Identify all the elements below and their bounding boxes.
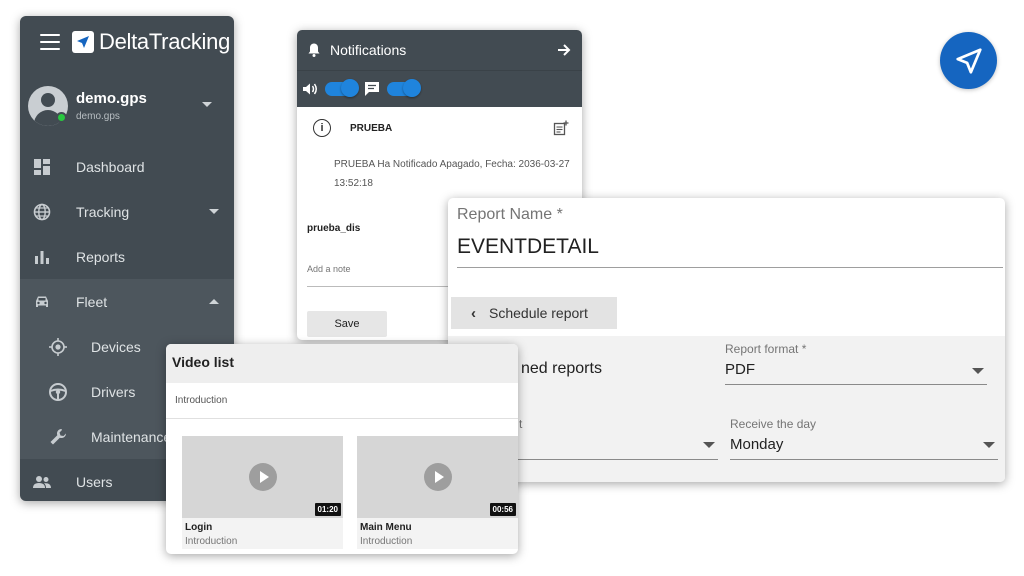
report-format-select[interactable]: PDF bbox=[725, 361, 755, 378]
chevron-down-icon[interactable] bbox=[209, 209, 219, 214]
video-title: Main Menu bbox=[360, 522, 412, 533]
video-category: Introduction bbox=[166, 383, 518, 419]
message-icon bbox=[365, 82, 379, 96]
dropdown-arrow-icon[interactable] bbox=[703, 442, 715, 448]
gps-target-icon bbox=[48, 337, 68, 357]
schedule-settings-area bbox=[448, 336, 1005, 482]
wrench-icon bbox=[48, 427, 68, 447]
sidebar-item-fleet[interactable]: Fleet bbox=[20, 279, 234, 324]
volume-icon bbox=[303, 83, 317, 95]
car-icon bbox=[32, 292, 52, 312]
receive-day-select[interactable]: Monday bbox=[730, 436, 783, 453]
info-icon: i bbox=[313, 119, 331, 137]
sidebar-item-reports[interactable]: Reports bbox=[20, 234, 234, 279]
bell-icon bbox=[308, 43, 320, 57]
brand-row: DeltaTracking bbox=[20, 16, 234, 68]
navigation-button[interactable] bbox=[940, 32, 997, 89]
video-list-title: Video list bbox=[166, 344, 518, 383]
sidebar-item-label: Users bbox=[76, 473, 113, 490]
report-name-field[interactable]: EVENTDETAIL bbox=[457, 235, 599, 259]
sidebar-item-dashboard[interactable]: Dashboard bbox=[20, 144, 234, 189]
steering-wheel-icon bbox=[48, 382, 68, 402]
users-icon bbox=[32, 472, 52, 492]
arrow-right-icon[interactable] bbox=[556, 42, 572, 58]
online-status-dot bbox=[56, 112, 67, 123]
sidebar-item-tracking[interactable]: Tracking bbox=[20, 189, 234, 234]
report-name-label: Report Name * bbox=[457, 206, 563, 223]
navigation-arrow-icon bbox=[955, 47, 982, 74]
add-note-icon[interactable] bbox=[553, 120, 569, 136]
dropdown-arrow-icon[interactable] bbox=[983, 442, 995, 448]
video-card[interactable]: 00:56 Main Menu Introduction bbox=[357, 436, 518, 549]
chevron-left-icon: ‹ bbox=[471, 304, 476, 322]
report-format-label: Report format * bbox=[725, 342, 807, 356]
notifications-title: Notifications bbox=[330, 42, 407, 58]
save-button[interactable]: Save bbox=[307, 311, 387, 337]
dashboard-icon bbox=[32, 157, 52, 177]
sidebar-item-label: Reports bbox=[76, 248, 126, 265]
notification-entry[interactable]: i PRUEBA PRUEBA Ha Notificado Apagado, F… bbox=[297, 107, 582, 193]
brand-name: DeltaTracking bbox=[99, 29, 231, 54]
chevron-down-icon[interactable] bbox=[202, 102, 212, 107]
video-card[interactable]: 01:20 Login Introduction bbox=[182, 436, 343, 549]
notification-toggles bbox=[297, 70, 582, 107]
user-subtitle: demo.gps bbox=[76, 111, 120, 122]
video-subtitle: Introduction bbox=[185, 536, 238, 547]
globe-icon bbox=[32, 202, 52, 222]
sidebar-item-label: Dashboard bbox=[76, 158, 145, 175]
receive-day-underline bbox=[730, 459, 998, 460]
logo-icon bbox=[72, 31, 94, 53]
sidebar-item-label: Fleet bbox=[76, 293, 108, 310]
schedule-report-button[interactable]: ‹ Schedule report bbox=[451, 297, 617, 329]
user-name: demo.gps bbox=[76, 90, 147, 107]
notifications-header: Notifications bbox=[297, 30, 582, 70]
notification-text: PRUEBA Ha Notificado Apagado, Fecha: 203… bbox=[334, 159, 570, 189]
receive-day-label: Receive the day bbox=[730, 417, 817, 431]
video-title: Login bbox=[185, 522, 213, 533]
partial-field-underline bbox=[518, 459, 718, 460]
hamburger-menu-icon[interactable] bbox=[40, 34, 60, 50]
bar-chart-icon bbox=[32, 247, 52, 267]
video-list-panel: Video list Introduction 01:20 Login Intr… bbox=[166, 344, 518, 554]
dropdown-arrow-icon[interactable] bbox=[972, 368, 984, 374]
sidebar-item-label: Drivers bbox=[91, 383, 136, 400]
report-form-panel: Report Name * EVENTDETAIL ‹ Schedule rep… bbox=[448, 198, 1005, 482]
report-name-underline bbox=[457, 267, 1003, 268]
sidebar-item-label: Maintenance bbox=[91, 428, 172, 445]
report-format-underline bbox=[725, 384, 987, 385]
sidebar-item-label: Devices bbox=[91, 338, 141, 355]
video-subtitle: Introduction bbox=[360, 536, 413, 547]
notification-title: PRUEBA bbox=[350, 122, 393, 134]
play-icon[interactable] bbox=[249, 463, 277, 491]
play-icon[interactable] bbox=[424, 463, 452, 491]
video-thumbnail[interactable]: 00:56 bbox=[357, 436, 518, 518]
planned-reports-label: ned reports bbox=[521, 360, 602, 377]
video-thumbnail[interactable]: 01:20 bbox=[182, 436, 343, 518]
sidebar-item-label: Tracking bbox=[76, 203, 130, 220]
video-duration: 00:56 bbox=[489, 503, 516, 516]
partial-field-label: t bbox=[519, 417, 523, 431]
schedule-report-label: Schedule report bbox=[489, 305, 588, 321]
video-duration: 01:20 bbox=[314, 503, 341, 516]
message-toggle[interactable] bbox=[387, 79, 421, 97]
user-account[interactable]: demo.gps demo.gps bbox=[20, 68, 234, 144]
device-label: prueba_dis bbox=[307, 223, 361, 234]
chevron-up-icon[interactable] bbox=[209, 299, 219, 304]
sound-toggle[interactable] bbox=[325, 79, 359, 97]
